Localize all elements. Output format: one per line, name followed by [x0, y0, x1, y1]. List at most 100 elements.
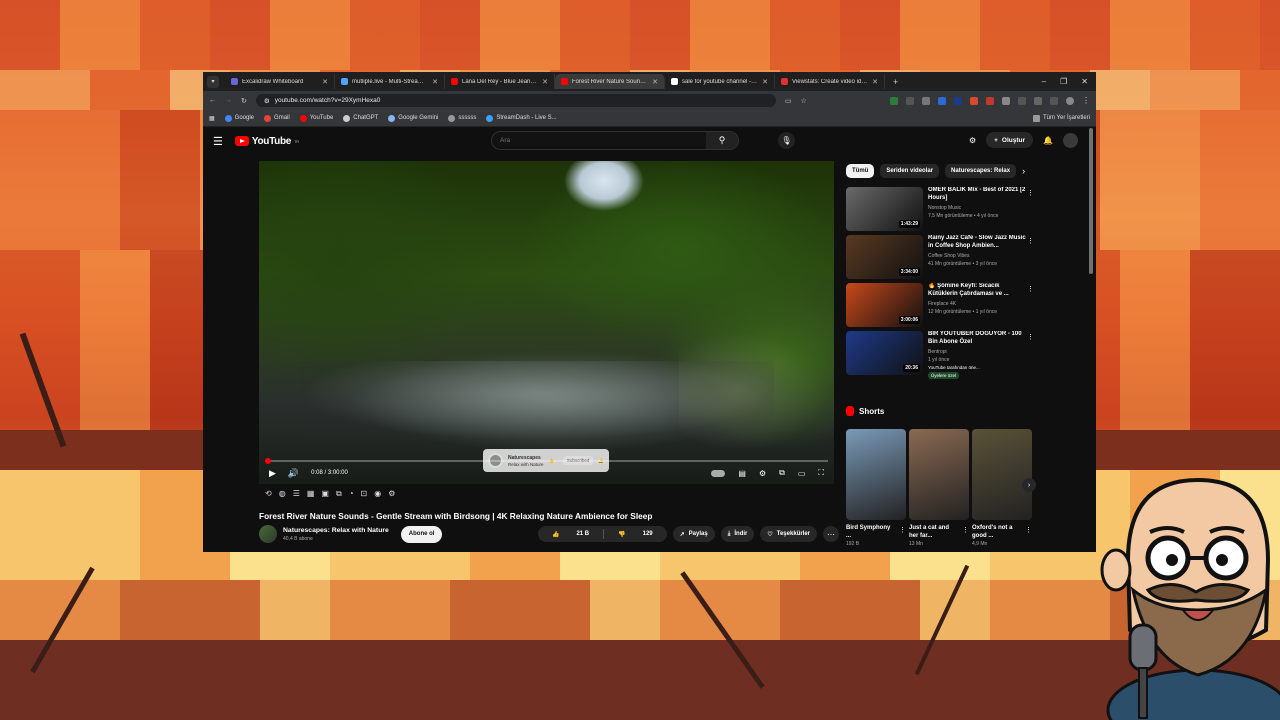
browser-tab[interactable]: mutliple.live - Multi-Stream De ✕	[335, 74, 445, 89]
account-avatar[interactable]	[1063, 132, 1078, 148]
extension-settings-icon[interactable]: ⚙	[388, 489, 395, 499]
search-button[interactable]: ⚲	[706, 132, 738, 149]
all-bookmarks[interactable]: Tüm Yer İşaretleri	[1032, 114, 1090, 122]
short-item[interactable]: Just a cat and her far... 13 Mn ⋮	[909, 429, 969, 547]
playlist-icon[interactable]: ☰	[293, 489, 300, 499]
video-player[interactable]: Naturescapes Relax with Nature 👍 Subscri…	[259, 161, 834, 484]
bookmark-item[interactable]: Google	[224, 114, 254, 122]
short-title[interactable]: Bird Symphony ...	[846, 525, 896, 541]
browser-tab[interactable]: Lana Del Rey - Blue Jeans - You ✕	[445, 74, 555, 89]
reload-icon[interactable]: ↻	[241, 97, 247, 105]
extension-icon[interactable]	[1002, 96, 1010, 105]
recommended-video[interactable]: 20:36 BİR YOUTUBER DOĞUYOR - 100 Bin Abo…	[846, 331, 1036, 379]
loop-icon[interactable]: ⟲	[265, 489, 272, 499]
extension-icon[interactable]	[922, 96, 930, 105]
recommended-title[interactable]: 🔥 Şömine Keyfi: Sıcacık Kütüklerin Çatır…	[928, 283, 1028, 299]
close-tab-icon[interactable]: ✕	[762, 78, 768, 86]
extension-icon[interactable]	[954, 96, 962, 105]
voice-search-button[interactable]: 🎙	[778, 132, 795, 149]
recommended-title[interactable]: BİR YOUTUBER DOĞUYOR - 100 Bin Abone Öze…	[928, 331, 1028, 347]
short-thumbnail[interactable]	[909, 429, 969, 520]
subtitles-icon[interactable]: ▤	[738, 469, 746, 478]
copy-icon[interactable]: ⧉	[336, 489, 342, 499]
close-tab-icon[interactable]: ✕	[432, 78, 438, 86]
notifications-bell-icon[interactable]: 🔔	[1043, 136, 1053, 145]
channel-name[interactable]: Naturescapes: Relax with Nature	[283, 527, 389, 534]
speed-icon[interactable]: ◔	[349, 489, 354, 499]
dislike-button[interactable]: 👎 129	[604, 531, 667, 538]
forward-icon[interactable]: →	[225, 97, 232, 104]
recommended-channel[interactable]: Bentropi	[928, 349, 1028, 355]
close-tab-icon[interactable]: ✕	[542, 78, 548, 86]
screenshot-icon[interactable]: ◉	[374, 489, 381, 499]
minimize-button[interactable]: –	[1042, 77, 1046, 86]
close-tab-icon[interactable]: ✕	[872, 78, 878, 86]
browser-tab[interactable]: Excalidraw Whiteboard ✕	[225, 74, 335, 89]
video-thumbnail[interactable]: 20:36	[846, 331, 923, 375]
bookmark-item[interactable]: ChatGPT	[343, 114, 378, 122]
close-tab-icon[interactable]: ✕	[322, 78, 328, 86]
more-options-icon[interactable]: ⋮	[1025, 526, 1032, 534]
download-icon[interactable]	[906, 96, 914, 105]
bookmark-star-icon[interactable]: ☆	[801, 97, 807, 105]
theater-mode-icon[interactable]: ▭	[798, 469, 806, 478]
extension-icon[interactable]	[938, 96, 946, 105]
download-button[interactable]: ⤓ İndir	[720, 526, 755, 542]
recommended-video[interactable]: 3:00:06 🔥 Şömine Keyfi: Sıcacık Kütükler…	[846, 283, 1036, 331]
short-thumbnail[interactable]	[972, 429, 1032, 520]
translate-icon[interactable]	[1050, 96, 1058, 105]
miniplayer-icon[interactable]: ⧉	[779, 468, 785, 478]
recommended-channel[interactable]: Coffee Shop Vibes	[928, 253, 1028, 259]
more-options-icon[interactable]: ⋮	[1027, 189, 1034, 197]
short-thumbnail[interactable]	[846, 429, 906, 520]
more-options-icon[interactable]: ⋮	[899, 526, 906, 534]
recommended-video[interactable]: 3:34:00 Rainy Jazz Cafe - Slow Jazz Musi…	[846, 235, 1036, 283]
video-thumbnail[interactable]: 3:00:06	[846, 283, 923, 327]
close-tab-icon[interactable]: ✕	[652, 78, 658, 86]
bookmark-item[interactable]: Gmail	[264, 114, 290, 122]
search-input[interactable]	[492, 137, 706, 144]
bookmark-item[interactable]: StreamDash - Live S...	[486, 114, 557, 122]
youtube-logo[interactable]: YouTube TR	[234, 136, 299, 147]
more-options-icon[interactable]: ⋮	[1027, 237, 1034, 245]
screen-icon[interactable]: ▣	[321, 489, 329, 499]
more-options-icon[interactable]: ⋮	[962, 526, 969, 534]
autoplay-toggle[interactable]	[711, 469, 726, 477]
bookmark-item[interactable]: Google Gemini	[388, 114, 438, 122]
tab-search-button[interactable]: ▾	[207, 75, 219, 88]
extensions-puzzle-icon[interactable]	[1034, 96, 1042, 105]
thanks-button[interactable]: ♡ Teşekkürler	[760, 526, 817, 542]
new-tab-button[interactable]: +	[885, 77, 906, 87]
bookmark-item[interactable]: YouTube	[299, 114, 333, 122]
short-item[interactable]: Bird Symphony ... 192 B ⋮	[846, 429, 906, 547]
audio-icon[interactable]: ◍	[279, 489, 286, 499]
fullscreen-icon[interactable]: ⛶	[818, 468, 824, 478]
browser-tab[interactable]: sale for youtube channel - Goo ✕	[665, 74, 775, 89]
filter-chip[interactable]: Seriden videolar	[880, 164, 940, 178]
site-info-icon[interactable]: ⚙	[264, 97, 270, 105]
hamburger-menu-icon[interactable]: ☰	[213, 135, 223, 148]
more-options-icon[interactable]: ⋮	[1027, 285, 1034, 293]
volume-icon[interactable]: 🔊	[288, 468, 299, 479]
back-icon[interactable]: ←	[209, 97, 216, 104]
chevron-right-icon[interactable]: ›	[1022, 166, 1025, 176]
extension-icon[interactable]	[890, 96, 898, 105]
bookmark-item[interactable]: ssssss	[448, 114, 476, 122]
short-title[interactable]: Just a cat and her far...	[909, 525, 959, 541]
close-window-button[interactable]: ✕	[1081, 77, 1088, 86]
recommended-title[interactable]: OMER BALIK Mix - Best of 2021 [2 Hours]	[928, 187, 1028, 203]
recommended-title[interactable]: Rainy Jazz Cafe - Slow Jazz Music in Cof…	[928, 235, 1028, 251]
profile-icon[interactable]	[1066, 96, 1074, 105]
short-title[interactable]: Oxford's not a good ...	[972, 525, 1022, 541]
create-button[interactable]: + Oluştur	[986, 132, 1034, 148]
url-field[interactable]: ⚙ youtube.com/watch?v=29XymHexa0	[255, 94, 776, 107]
apps-icon[interactable]: ▦	[209, 115, 215, 122]
settings-gear-icon[interactable]: ⚙	[759, 469, 766, 478]
extension-icon[interactable]	[1018, 96, 1026, 105]
like-button[interactable]: 👍 21 B	[538, 531, 603, 538]
browser-tab[interactable]: Forest River Nature Sounds - G ✕	[555, 74, 665, 89]
filter-chip[interactable]: Naturescapes: Relax	[945, 164, 1017, 178]
channel-avatar[interactable]	[259, 525, 277, 543]
shorts-next-button[interactable]: ›	[1022, 478, 1036, 492]
video-thumbnail[interactable]: 1:43:29	[846, 187, 923, 231]
